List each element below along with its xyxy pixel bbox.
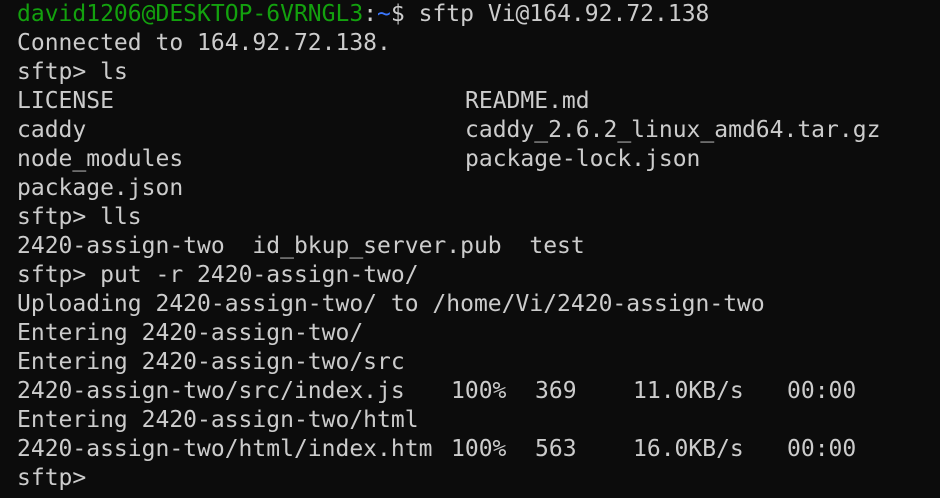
ls-entry: package.json — [17, 175, 184, 201]
sftp-command-line: sftp> ls — [17, 58, 940, 87]
sftp-command: put -r 2420-assign-two/ — [100, 262, 419, 288]
ls-entry: node_modules — [17, 146, 184, 172]
prompt-user-host: david1206@DESKTOP-6VRNGL3 — [17, 1, 364, 27]
lls-listing: 2420-assign-two id_bkup_server.pub test — [17, 233, 585, 259]
sftp-prompt: sftp> — [17, 262, 101, 288]
transfer-row: 2420-assign-two/src/index.js 100% 369 11.0K… — [17, 377, 940, 406]
ls-row: LICENSE README.md — [17, 87, 940, 116]
prompt-dollar: $ — [390, 1, 405, 27]
sftp-command-line: sftp> lls — [17, 203, 940, 232]
transfer-rate: 11.0KB/s — [633, 378, 744, 404]
sftp-input-line[interactable]: sftp> — [17, 464, 940, 493]
connected-message: Connected to 164.92.72.138. — [17, 30, 391, 56]
prompt-path: ~ — [377, 1, 391, 27]
terminal-window[interactable]: david1206@DESKTOP-6VRNGL3:~$ sftp Vi@164… — [0, 0, 940, 498]
shell-command: sftp Vi@164.92.72.138 — [404, 1, 710, 27]
ls-entry: caddy — [17, 117, 87, 143]
entering-message: Entering 2420-assign-two/ — [17, 320, 364, 346]
ls-row: caddy caddy_2.6.2_linux_amd64.tar.gz — [17, 116, 940, 145]
shell-command-line: david1206@DESKTOP-6VRNGL3:~$ sftp Vi@164… — [17, 0, 940, 29]
ls-entry: README.md — [465, 88, 590, 114]
prompt-colon: : — [363, 1, 378, 27]
sftp-prompt: sftp> — [17, 59, 101, 85]
sftp-command-line: sftp> put -r 2420-assign-two/ — [17, 261, 940, 290]
transfer-file: 2420-assign-two/html/index.htm — [17, 436, 433, 462]
ls-entry: LICENSE — [17, 88, 114, 114]
transfer-file: 2420-assign-two/src/index.js — [17, 378, 405, 404]
transfer-percent: 100% — [451, 378, 507, 404]
uploading-message: Uploading 2420-assign-two/ to /home/Vi/2… — [17, 291, 765, 317]
transfer-time: 00:00 — [787, 378, 857, 404]
transfer-row: 2420-assign-two/html/index.htm 100% 563 16.… — [17, 435, 940, 464]
transfer-rate: 16.0KB/s — [633, 436, 744, 462]
sftp-prompt: sftp> — [17, 465, 101, 491]
ls-row: node_modules package-lock.json — [17, 145, 940, 174]
entering-message: Entering 2420-assign-two/html — [17, 407, 419, 433]
ls-row: package.json — [17, 174, 940, 203]
transfer-size: 563 — [535, 436, 577, 462]
transfer-percent: 100% — [451, 436, 507, 462]
sftp-prompt: sftp> — [17, 204, 101, 230]
ls-entry: package-lock.json — [465, 146, 701, 172]
ls-entry: caddy_2.6.2_linux_amd64.tar.gz — [465, 117, 881, 143]
entering-message: Entering 2420-assign-two/src — [17, 349, 405, 375]
transfer-time: 00:00 — [787, 436, 857, 462]
transfer-size: 369 — [535, 378, 577, 404]
sftp-command: lls — [100, 204, 142, 230]
sftp-command: ls — [100, 59, 128, 85]
